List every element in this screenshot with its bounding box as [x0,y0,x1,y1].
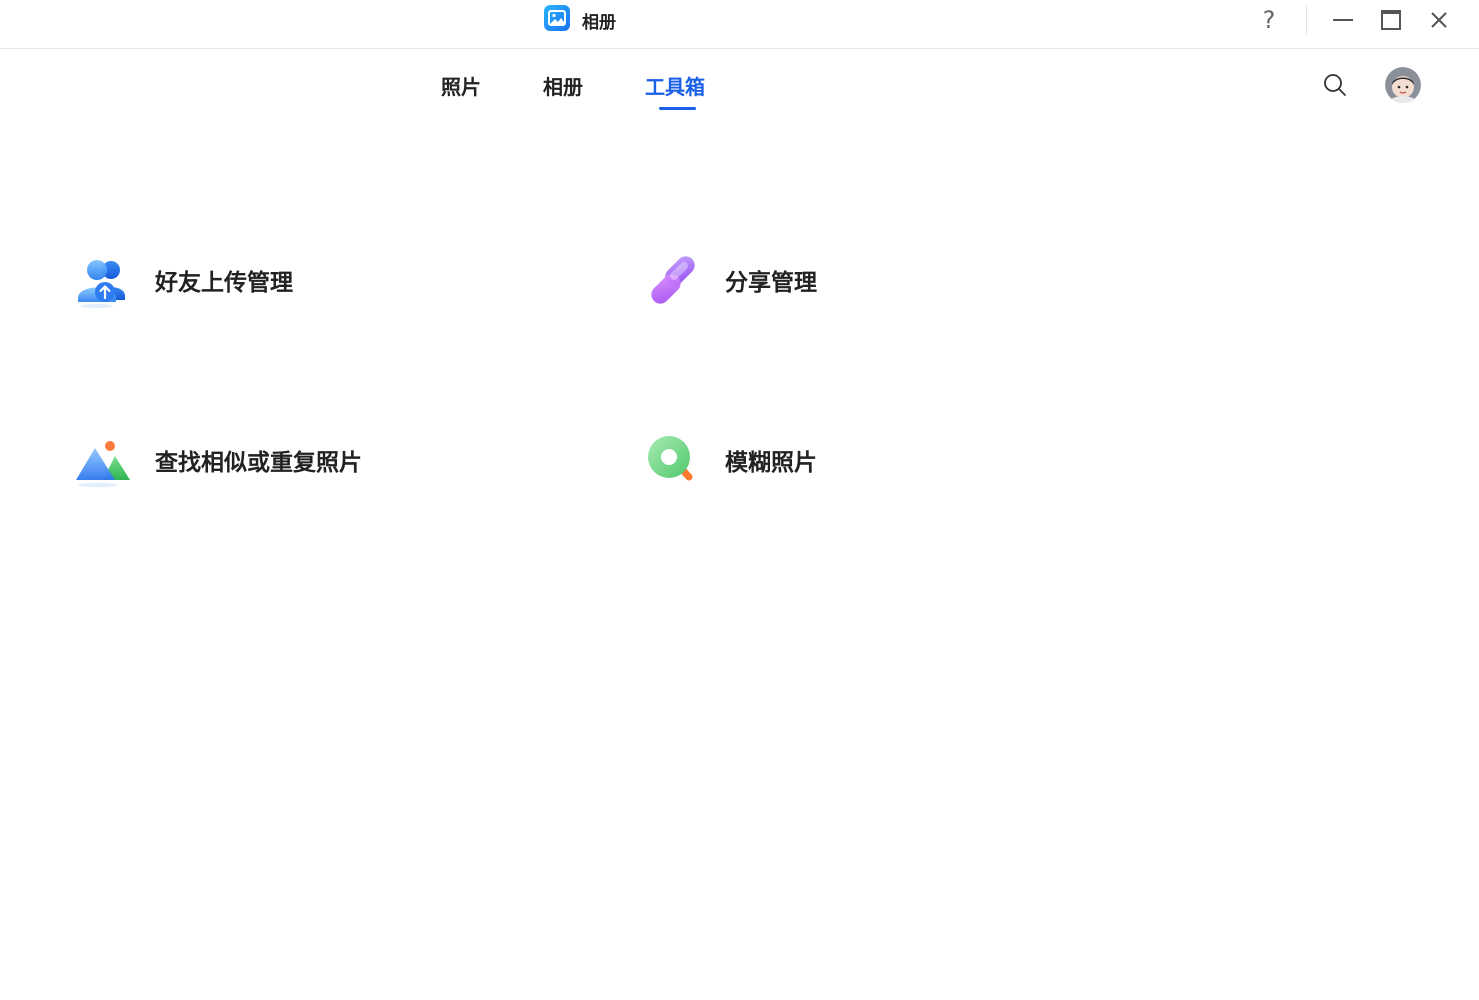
tool-label: 模糊照片 [725,450,817,476]
minimize-icon [1333,19,1353,21]
maximize-button[interactable] [1375,5,1407,35]
tool-blurry-photos[interactable]: 模糊照片 [643,430,817,490]
tool-label: 查找相似或重复照片 [155,450,362,476]
close-icon [1431,12,1447,28]
tool-find-similar-duplicate-photos[interactable]: 查找相似或重复照片 [73,430,362,490]
help-icon: ? [1262,6,1276,34]
blur-magnifier-icon [643,430,703,490]
tool-friend-upload-management[interactable]: 好友上传管理 [73,250,293,310]
mountain-photo-icon [73,430,133,490]
avatar-icon [1385,67,1421,103]
active-tab-indicator [659,107,696,110]
maximize-icon [1381,10,1401,30]
app-title: 相册 [582,12,616,33]
tab-albums[interactable]: 相册 [543,74,583,100]
avatar[interactable] [1385,67,1421,103]
app-title-group: 相册 [544,5,616,35]
titlebar-divider [1306,6,1307,34]
title-bar: 相册 ? [0,0,1479,49]
link-icon [643,250,703,310]
tool-label: 好友上传管理 [155,270,293,296]
search-icon [1324,74,1346,96]
search-button[interactable] [1320,70,1350,100]
tool-share-management[interactable]: 分享管理 [643,250,817,310]
tool-label: 分享管理 [725,270,817,296]
photo-icon [544,5,570,35]
tab-photos[interactable]: 照片 [441,74,481,100]
friend-upload-icon [73,250,133,310]
help-button[interactable]: ? [1253,5,1285,35]
tab-toolbox[interactable]: 工具箱 [645,74,705,100]
close-button[interactable] [1423,5,1455,35]
minimize-button[interactable] [1327,5,1359,35]
